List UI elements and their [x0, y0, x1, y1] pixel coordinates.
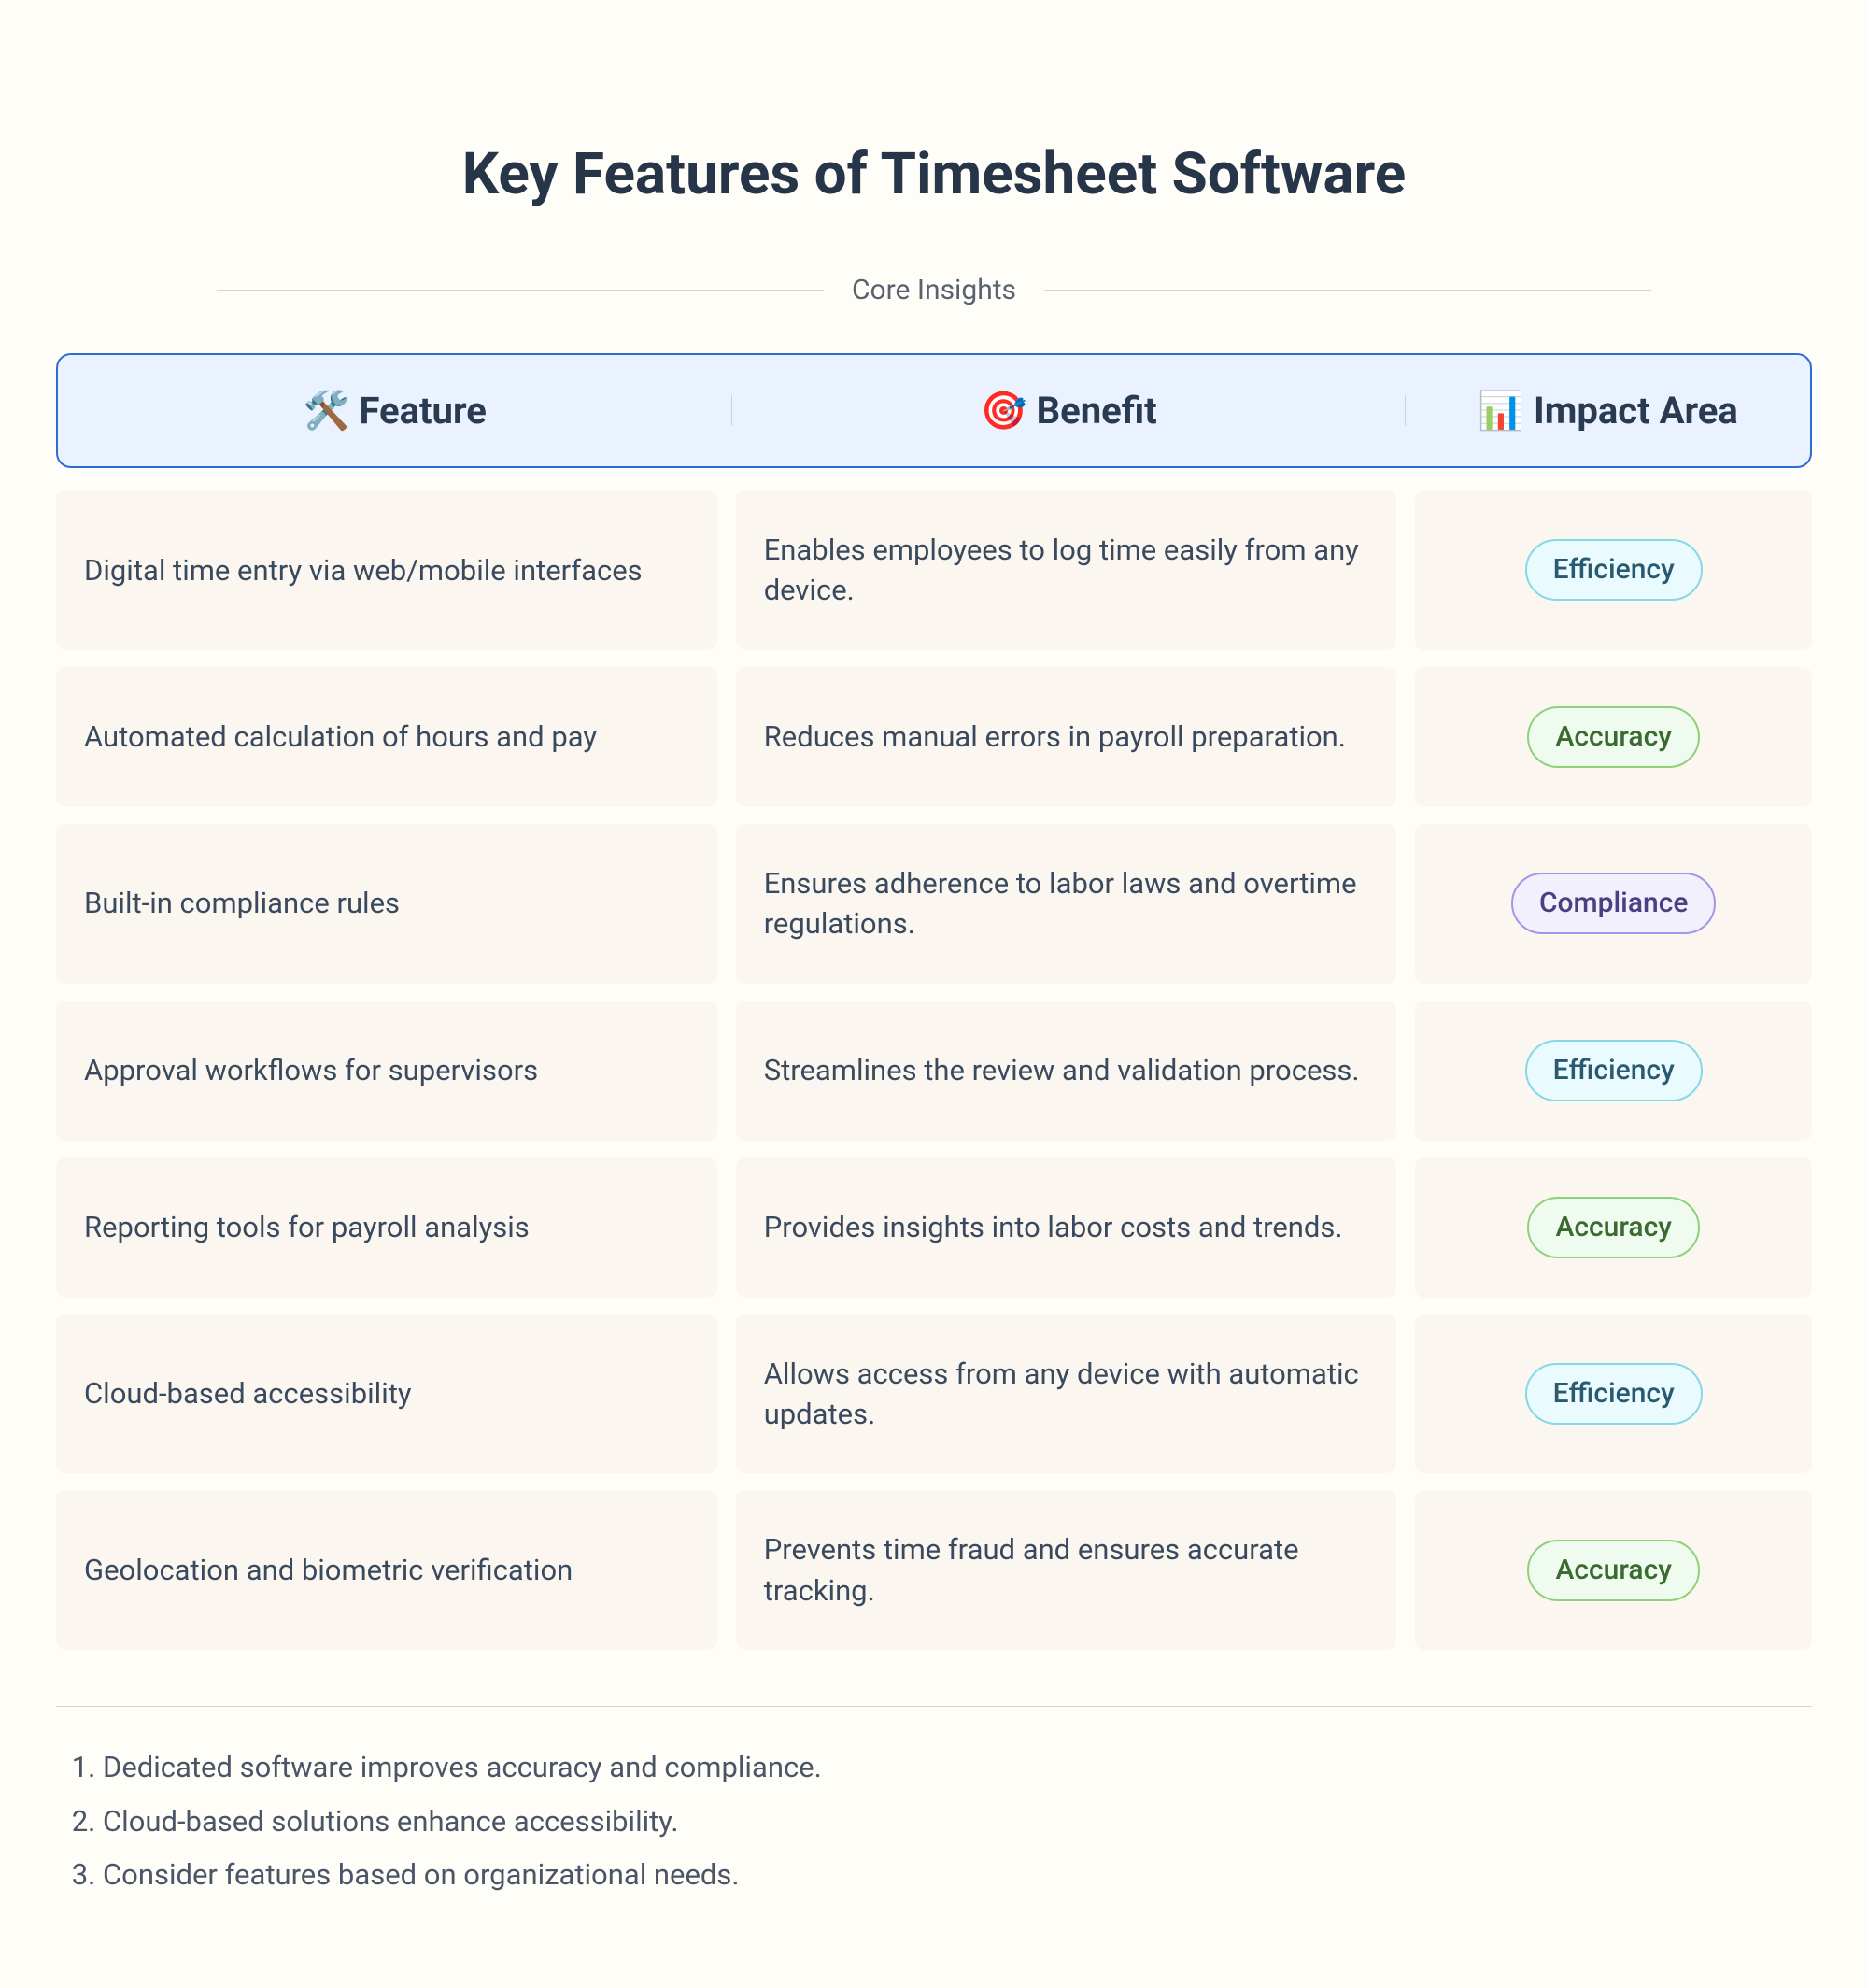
- impact-badge: Compliance: [1511, 873, 1717, 934]
- footer-divider: [56, 1706, 1812, 1707]
- divider-right: [1044, 290, 1651, 291]
- header-impact-label: Impact Area: [1534, 389, 1738, 433]
- subtitle-row: Core Insights: [56, 274, 1812, 306]
- table-header: 🛠️ Feature 🎯 Benefit 📊 Impact Area: [56, 353, 1812, 468]
- feature-cell: Cloud-based accessibility: [56, 1314, 717, 1474]
- table-row: Geolocation and biometric verificationPr…: [56, 1490, 1812, 1650]
- footer-item: Cloud-based solutions enhance accessibil…: [103, 1798, 1812, 1845]
- benefit-cell: Enables employees to log time easily fro…: [736, 490, 1397, 650]
- benefit-cell: Ensures adherence to labor laws and over…: [736, 824, 1397, 984]
- benefit-cell: Allows access from any device with autom…: [736, 1314, 1397, 1474]
- footer-item: Dedicated software improves accuracy and…: [103, 1744, 1812, 1791]
- benefit-cell: Streamlines the review and validation pr…: [736, 1001, 1397, 1141]
- table-row: Built-in compliance rulesEnsures adheren…: [56, 824, 1812, 984]
- divider-left: [217, 290, 824, 291]
- impact-cell: Efficiency: [1415, 490, 1812, 650]
- table-row: Digital time entry via web/mobile interf…: [56, 490, 1812, 650]
- footer-list: Dedicated software improves accuracy and…: [56, 1744, 1812, 1898]
- header-benefit-label: Benefit: [1037, 389, 1157, 433]
- benefit-cell: Reduces manual errors in payroll prepara…: [736, 667, 1397, 807]
- document-container: Key Features of Timesheet Software Core …: [56, 140, 1812, 1898]
- benefit-cell: Provides insights into labor costs and t…: [736, 1157, 1397, 1298]
- feature-cell: Reporting tools for payroll analysis: [56, 1157, 717, 1298]
- impact-cell: Efficiency: [1415, 1314, 1812, 1474]
- impact-badge: Accuracy: [1527, 706, 1700, 768]
- feature-cell: Geolocation and biometric verification: [56, 1490, 717, 1650]
- impact-cell: Accuracy: [1415, 1157, 1812, 1298]
- header-feature-label: Feature: [359, 389, 486, 433]
- chart-icon: 📊: [1478, 389, 1524, 433]
- footer-item: Consider features based on organizationa…: [103, 1852, 1812, 1898]
- target-icon: 🎯: [981, 389, 1027, 433]
- impact-cell: Accuracy: [1415, 667, 1812, 807]
- impact-cell: Accuracy: [1415, 1490, 1812, 1650]
- feature-cell: Approval workflows for supervisors: [56, 1001, 717, 1141]
- header-impact: 📊 Impact Area: [1406, 389, 1810, 433]
- table-row: Reporting tools for payroll analysisProv…: [56, 1157, 1812, 1298]
- impact-badge: Efficiency: [1525, 539, 1703, 601]
- impact-badge: Efficiency: [1525, 1040, 1703, 1101]
- header-benefit: 🎯 Benefit: [732, 389, 1407, 433]
- table-row: Approval workflows for supervisorsStream…: [56, 1001, 1812, 1141]
- benefit-cell: Prevents time fraud and ensures accurate…: [736, 1490, 1397, 1650]
- impact-badge: Efficiency: [1525, 1363, 1703, 1425]
- impact-badge: Accuracy: [1527, 1540, 1700, 1601]
- feature-cell: Automated calculation of hours and pay: [56, 667, 717, 807]
- table-body: Digital time entry via web/mobile interf…: [56, 490, 1812, 1650]
- impact-cell: Efficiency: [1415, 1001, 1812, 1141]
- table-row: Automated calculation of hours and payRe…: [56, 667, 1812, 807]
- page-title: Key Features of Timesheet Software: [56, 140, 1812, 208]
- feature-cell: Digital time entry via web/mobile interf…: [56, 490, 717, 650]
- impact-badge: Accuracy: [1527, 1197, 1700, 1258]
- table-row: Cloud-based accessibilityAllows access f…: [56, 1314, 1812, 1474]
- header-feature: 🛠️ Feature: [58, 389, 732, 433]
- impact-cell: Compliance: [1415, 824, 1812, 984]
- subtitle-text: Core Insights: [824, 274, 1044, 306]
- feature-cell: Built-in compliance rules: [56, 824, 717, 984]
- tools-icon: 🛠️: [304, 389, 350, 433]
